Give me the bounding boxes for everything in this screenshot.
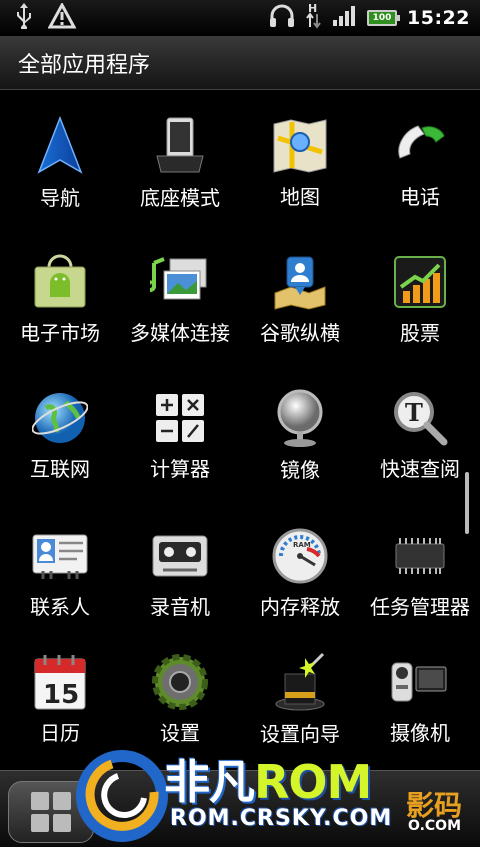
svg-text:T: T bbox=[405, 398, 423, 427]
clock: 15:22 bbox=[407, 7, 470, 29]
watermark: 非凡ROM ROM.CRSKY.COM 影码 O.COM bbox=[72, 738, 480, 847]
app-stocks[interactable]: 股票 bbox=[360, 226, 480, 346]
battery-icon: 100 bbox=[367, 10, 401, 26]
app-camcorder[interactable]: 摄像机 bbox=[360, 626, 480, 746]
phone-icon bbox=[388, 116, 452, 175]
watermark-logo-icon bbox=[76, 750, 168, 842]
app-task-manager[interactable]: 任务管理器 bbox=[360, 500, 480, 620]
watermark-right-sub: O.COM bbox=[408, 818, 462, 834]
market-icon bbox=[28, 252, 92, 311]
voice-recorder-icon bbox=[148, 526, 212, 585]
page-title: 全部应用程序 bbox=[18, 52, 151, 78]
maps-icon bbox=[268, 116, 332, 175]
internet-icon bbox=[28, 388, 92, 447]
app-market[interactable]: 电子市场 bbox=[0, 226, 120, 346]
app-maps[interactable]: 地图 bbox=[240, 90, 360, 210]
usb-icon bbox=[14, 3, 34, 33]
stocks-icon bbox=[388, 252, 452, 311]
app-latitude[interactable]: 谷歌纵横 bbox=[240, 226, 360, 346]
app-quick-lookup[interactable]: T 快速查阅 bbox=[360, 362, 480, 482]
camcorder-icon bbox=[388, 652, 452, 711]
dock-mode-icon bbox=[148, 116, 212, 176]
latitude-icon bbox=[268, 252, 332, 311]
app-calculator[interactable]: 计算器 bbox=[120, 362, 240, 482]
task-manager-icon bbox=[388, 526, 452, 585]
svg-text:15: 15 bbox=[43, 680, 79, 710]
settings-icon bbox=[148, 652, 212, 711]
mirror-icon bbox=[268, 388, 332, 448]
data-transfer-icon: H bbox=[305, 2, 323, 34]
app-internet[interactable]: 互联网 bbox=[0, 362, 120, 482]
memory-gauge-icon: RAM bbox=[268, 526, 332, 585]
warning-icon bbox=[47, 1, 77, 33]
app-dock-mode[interactable]: 底座模式 bbox=[120, 90, 240, 210]
app-voice-recorder[interactable]: 录音机 bbox=[120, 500, 240, 620]
contacts-icon bbox=[28, 526, 92, 585]
header-bar: 全部应用程序 bbox=[0, 36, 480, 90]
setup-wizard-icon bbox=[268, 652, 332, 712]
app-setup-wizard[interactable]: 设置向导 bbox=[240, 626, 360, 746]
app-calendar[interactable]: 15 日历 bbox=[0, 626, 120, 746]
svg-text:H: H bbox=[308, 2, 317, 15]
app-grid: 导航 底座模式 地图 电话 电子市场 多媒体连接 谷歌纵横 股票 互联网 计算器… bbox=[0, 90, 480, 770]
calculator-icon bbox=[148, 388, 212, 447]
app-memory-release[interactable]: RAM 内存释放 bbox=[240, 500, 360, 620]
calendar-icon: 15 bbox=[28, 652, 92, 711]
watermark-brand: 非凡ROM bbox=[164, 755, 372, 809]
app-settings[interactable]: 设置 bbox=[120, 626, 240, 746]
svg-text:RAM: RAM bbox=[293, 541, 311, 549]
headphones-icon bbox=[269, 4, 295, 32]
app-navigation[interactable]: 导航 bbox=[0, 90, 120, 210]
app-mirror[interactable]: 镜像 bbox=[240, 362, 360, 482]
status-bar: H 100 15:22 bbox=[0, 0, 480, 36]
app-phone[interactable]: 电话 bbox=[360, 90, 480, 210]
media-link-icon bbox=[148, 252, 212, 311]
watermark-url: ROM.CRSKY.COM bbox=[170, 806, 393, 831]
quick-lookup-icon: T bbox=[388, 388, 452, 447]
app-media-link[interactable]: 多媒体连接 bbox=[120, 226, 240, 346]
navigation-icon bbox=[28, 116, 92, 176]
app-contacts[interactable]: 联系人 bbox=[0, 500, 120, 620]
signal-icon bbox=[333, 6, 357, 30]
scrollbar[interactable] bbox=[465, 472, 469, 534]
